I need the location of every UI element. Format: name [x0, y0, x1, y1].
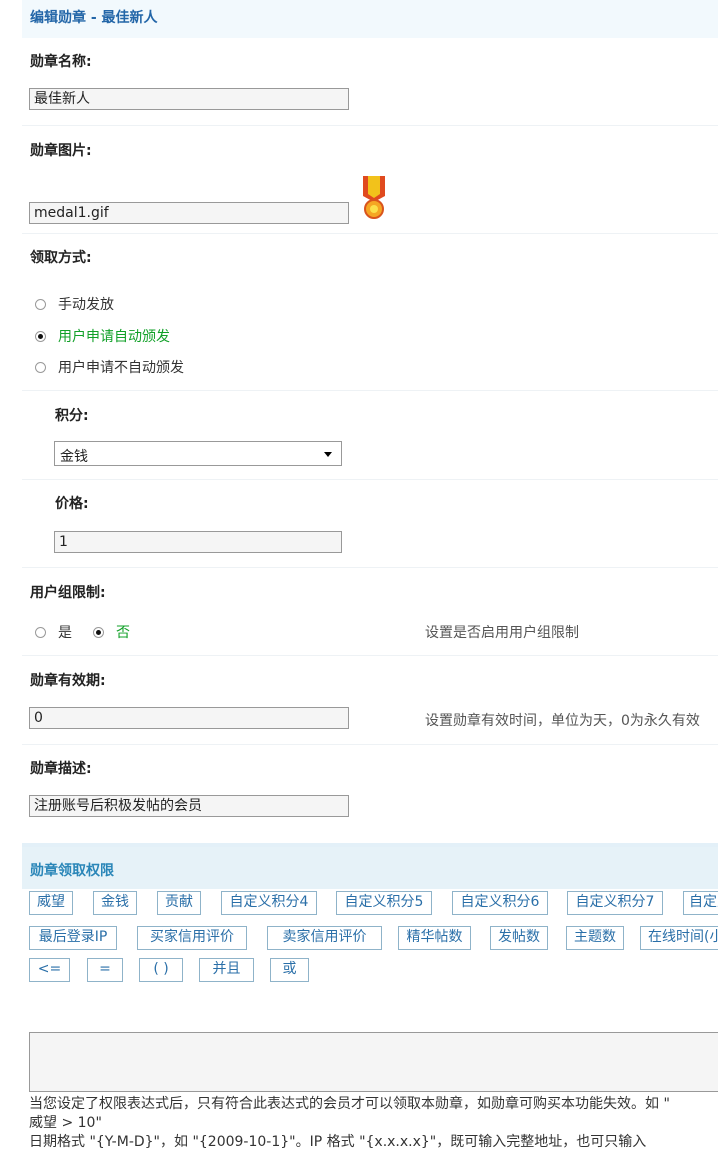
permission-expression-textarea[interactable] — [29, 1032, 718, 1092]
expr-button-custom-points-5[interactable]: 自定义积分5 — [336, 891, 432, 915]
radio-button[interactable] — [35, 362, 46, 373]
description-input[interactable]: 注册账号后积极发帖的会员 — [29, 795, 349, 817]
expr-button-less-equal[interactable]: <= — [29, 958, 70, 982]
expr-button-custom-points-4[interactable]: 自定义积分4 — [221, 891, 317, 915]
expr-button-buyer-credit[interactable]: 买家信用评价 — [137, 926, 247, 950]
validity-input[interactable]: 0 — [29, 707, 349, 729]
expr-button-custom-points-6[interactable]: 自定义积分6 — [452, 891, 548, 915]
expr-button-parentheses[interactable]: ( ) — [139, 958, 183, 982]
page-title: 编辑勋章 - 最佳新人 — [30, 10, 158, 26]
points-selected-value: 金钱 — [60, 449, 88, 465]
permission-note-line1: 当您设定了权限表达式后，只有符合此表达式的会员才可以领取本勋章，如勋章可购买本功… — [29, 1096, 670, 1112]
divider — [22, 655, 718, 656]
divider — [22, 744, 718, 745]
divider — [22, 125, 718, 126]
expr-button-online-hours[interactable]: 在线时间(小时) — [640, 926, 718, 950]
expr-button-contribution[interactable]: 贡献 — [157, 891, 201, 915]
radio-button-selected[interactable] — [35, 331, 46, 342]
group-limit-label: 用户组限制: — [30, 585, 106, 601]
expr-button-custom-points-7[interactable]: 自定义积分7 — [567, 891, 663, 915]
claim-method-label: 领取方式: — [30, 250, 92, 266]
permission-header: 勋章领取权限 — [22, 843, 718, 889]
price-label: 价格: — [55, 496, 89, 512]
radio-manual[interactable]: 手动发放 — [35, 294, 114, 314]
price-input[interactable]: 1 — [54, 531, 342, 553]
expr-button-thread-count[interactable]: 主题数 — [566, 926, 624, 950]
group-limit-hint: 设置是否启用用户组限制 — [425, 625, 579, 641]
divider — [22, 479, 718, 480]
expr-button-or[interactable]: 或 — [270, 958, 309, 982]
medal-edit-form: 编辑勋章 - 最佳新人 勋章名称: 最佳新人 勋章图片: medal1.gif … — [22, 0, 718, 1154]
permission-note-line3: 日期格式 "{Y-M-D}"，如 "{2009-10-1}"。IP 格式 "{x… — [29, 1134, 647, 1150]
expr-button-post-count[interactable]: 发帖数 — [490, 926, 548, 950]
divider — [22, 233, 718, 234]
radio-auto-issue[interactable]: 用户申请自动颁发 — [35, 326, 170, 346]
validity-hint: 设置勋章有效时间，单位为天，0为永久有效 — [425, 713, 700, 729]
radio-button[interactable] — [35, 299, 46, 310]
expr-button-digest-posts[interactable]: 精华帖数 — [398, 926, 471, 950]
expr-button-custom-points-8[interactable]: 自定义积分8 — [683, 891, 718, 915]
expr-button-prestige[interactable]: 威望 — [29, 891, 73, 915]
expr-button-equal[interactable]: = — [87, 958, 123, 982]
validity-label: 勋章有效期: — [30, 673, 106, 689]
expr-button-seller-credit[interactable]: 卖家信用评价 — [267, 926, 382, 950]
radio-group-limit-yes[interactable]: 是 — [35, 622, 72, 642]
permission-note-line2: 威望 > 10" — [29, 1115, 102, 1131]
medal-icon — [363, 176, 385, 219]
medal-image-input[interactable]: medal1.gif — [29, 202, 349, 224]
points-label: 积分: — [55, 408, 89, 424]
form-header: 编辑勋章 - 最佳新人 — [22, 0, 718, 38]
points-select[interactable]: 金钱 — [54, 441, 342, 466]
radio-button-selected[interactable] — [93, 627, 104, 638]
medal-image-label: 勋章图片: — [30, 143, 92, 159]
expr-button-and[interactable]: 并且 — [199, 958, 254, 982]
radio-no-auto-issue[interactable]: 用户申请不自动颁发 — [35, 357, 184, 377]
description-label: 勋章描述: — [30, 761, 92, 777]
chevron-down-icon[interactable] — [318, 443, 338, 464]
radio-group-limit-no[interactable]: 否 — [93, 622, 130, 642]
medal-name-label: 勋章名称: — [30, 54, 92, 70]
radio-button[interactable] — [35, 627, 46, 638]
medal-name-input[interactable]: 最佳新人 — [29, 88, 349, 110]
divider — [22, 567, 718, 568]
expr-button-last-login-ip[interactable]: 最后登录IP — [29, 926, 117, 950]
expr-button-money[interactable]: 金钱 — [93, 891, 137, 915]
permission-title: 勋章领取权限 — [30, 863, 114, 879]
divider — [22, 390, 718, 391]
